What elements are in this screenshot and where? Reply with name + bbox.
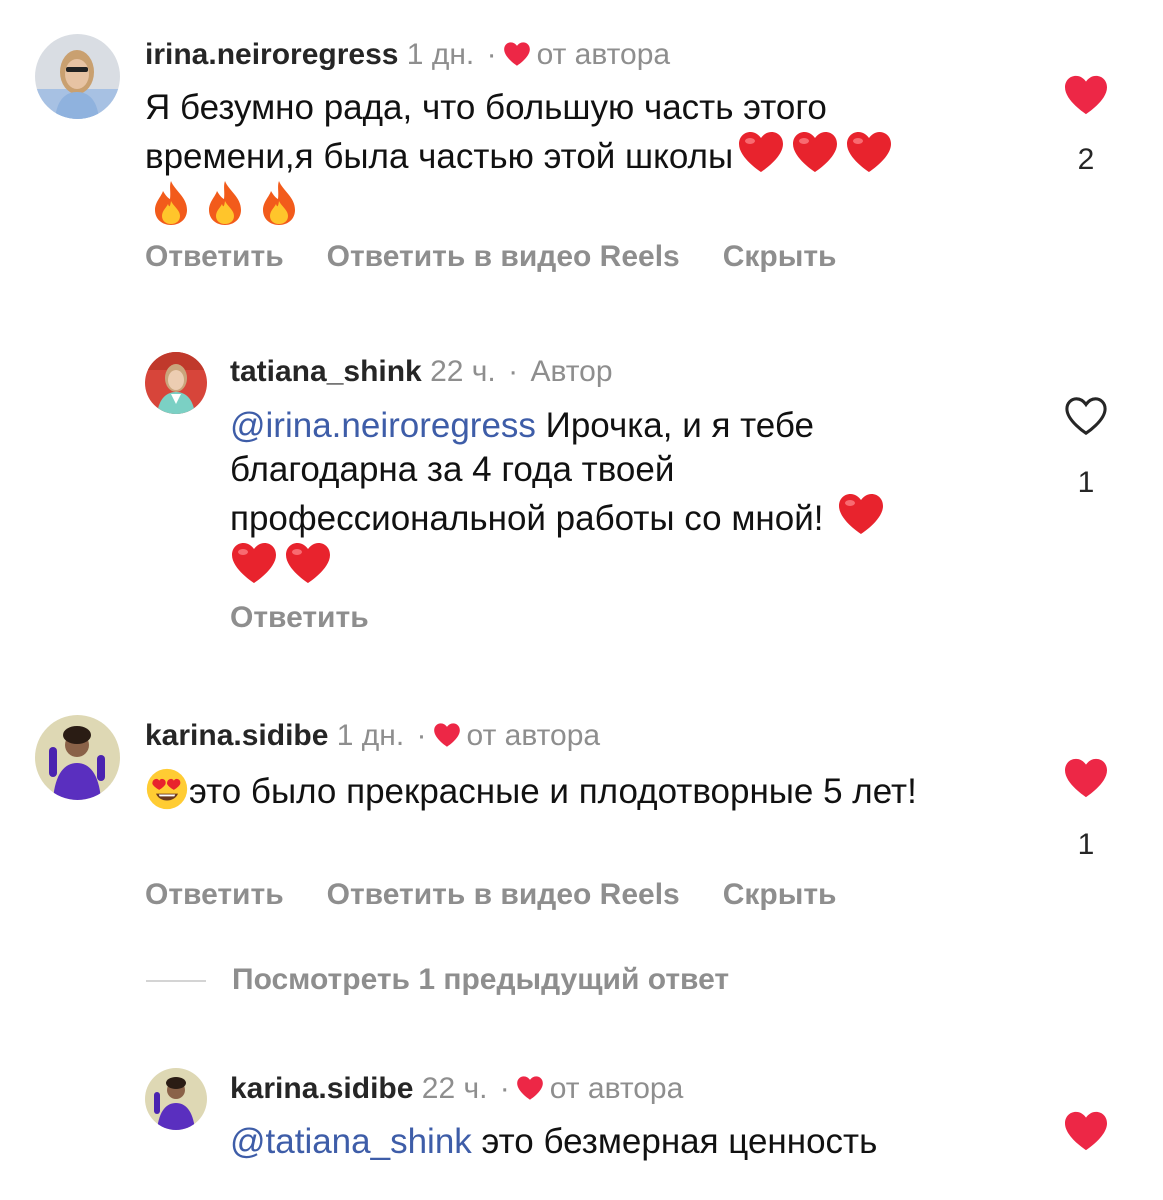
reply-button[interactable]: Ответить — [145, 239, 284, 275]
comment-text: это безмерная ценность — [481, 1122, 878, 1161]
heart-emoji-icon — [837, 492, 885, 536]
username[interactable]: karina.sidibe — [230, 1072, 413, 1105]
like-control: 1 — [1063, 395, 1109, 501]
avatar[interactable] — [145, 352, 207, 414]
heart-emoji-icon — [284, 541, 332, 585]
avatar[interactable] — [35, 34, 120, 119]
fire-emoji-icon — [203, 179, 247, 227]
reply-in-reels-button[interactable]: Ответить в видео Reels — [327, 877, 680, 913]
timestamp: 1 дн. — [406, 38, 475, 71]
like-count: 1 — [1077, 466, 1095, 499]
timestamp: 1 дн. — [336, 719, 405, 752]
heart-filled-icon[interactable] — [1063, 757, 1109, 799]
username[interactable]: irina.neiroregress — [145, 38, 398, 71]
like-count: 2 — [1077, 143, 1095, 176]
comment-text-block: @irina.neiroregress Ирочка, и я тебе бла… — [230, 404, 1000, 590]
heart-emoji-icon — [791, 130, 839, 174]
author-tag: Автор — [530, 355, 613, 388]
fire-emoji-icon — [257, 179, 301, 227]
separator: · — [416, 719, 427, 752]
mention-link[interactable]: @irina.neiroregress — [230, 406, 536, 445]
liked-by-author-heart-icon — [516, 1075, 544, 1101]
heart-emoji-icon — [845, 130, 893, 174]
comment-text-block: Я безумно рада, что большую часть этого … — [145, 86, 995, 232]
author-liked-tag: от автора — [549, 1072, 684, 1105]
comment-actions: Ответить Ответить в видео Reels Скрыть — [145, 239, 879, 275]
comment-text: Я безумно рада, что большую часть этого … — [145, 88, 827, 176]
mention-link[interactable]: @tatiana_shink — [230, 1122, 472, 1161]
comment-meta: karina.sidibe 1 дн. · от автора — [145, 718, 600, 754]
heart-filled-icon[interactable] — [1063, 1110, 1109, 1152]
comment-actions: Ответить — [230, 600, 412, 636]
timestamp: 22 ч. — [421, 1072, 488, 1105]
separator: · — [508, 355, 519, 388]
avatar[interactable] — [35, 715, 120, 800]
heart-eyes-emoji-icon — [145, 767, 189, 811]
comment-meta: irina.neiroregress 1 дн. · от автора — [145, 37, 670, 73]
comment-text-block: это было прекрасные и плодотворные 5 лет… — [145, 767, 985, 814]
like-control: 2 — [1063, 74, 1109, 178]
reply-in-reels-button[interactable]: Ответить в видео Reels — [327, 239, 680, 275]
hide-button[interactable]: Скрыть — [723, 239, 837, 275]
heart-outline-icon[interactable] — [1063, 395, 1109, 437]
reply-button[interactable]: Ответить — [145, 877, 284, 913]
avatar[interactable] — [145, 1068, 207, 1130]
author-liked-tag: от автора — [466, 719, 601, 752]
author-liked-tag: от автора — [536, 38, 671, 71]
timestamp: 22 ч. — [430, 355, 496, 388]
liked-by-author-heart-icon — [503, 41, 531, 67]
like-control: 1 — [1063, 757, 1109, 863]
hide-button[interactable]: Скрыть — [723, 877, 837, 913]
divider-line — [146, 980, 206, 983]
view-previous-replies-button[interactable]: Посмотреть 1 предыдущий ответ — [146, 960, 729, 1000]
username[interactable]: karina.sidibe — [145, 719, 328, 752]
fire-emoji-icon — [149, 179, 193, 227]
separator: · — [486, 38, 497, 71]
comment-actions: Ответить Ответить в видео Reels Скрыть — [145, 877, 879, 913]
comment-text-block: @tatiana_shink это безмерная ценность — [230, 1120, 1020, 1164]
heart-emoji-icon — [230, 541, 278, 585]
liked-by-author-heart-icon — [433, 722, 461, 748]
username[interactable]: tatiana_shink — [230, 355, 422, 388]
reply-button[interactable]: Ответить — [230, 600, 369, 636]
comment-meta: karina.sidibe 22 ч. · от автора — [230, 1071, 683, 1107]
separator: · — [499, 1072, 510, 1105]
heart-emoji-icon — [737, 130, 785, 174]
comment-meta: tatiana_shink 22 ч. · Автор — [230, 354, 613, 390]
like-count: 1 — [1077, 828, 1095, 861]
view-previous-label: Посмотреть 1 предыдущий ответ — [232, 963, 730, 996]
heart-filled-icon[interactable] — [1063, 74, 1109, 116]
comment-text: это было прекрасные и плодотворные 5 лет… — [189, 772, 917, 811]
like-control — [1063, 1110, 1109, 1152]
